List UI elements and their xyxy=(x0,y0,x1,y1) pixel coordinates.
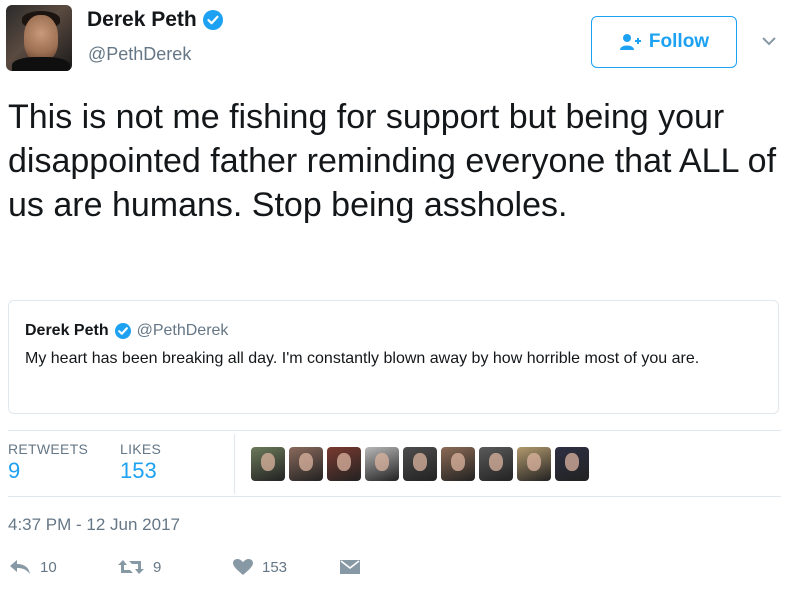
follow-button[interactable]: Follow xyxy=(591,16,737,68)
retweets-label[interactable]: RETWEETS xyxy=(8,441,88,457)
chevron-down-icon[interactable] xyxy=(760,32,778,50)
reply-icon xyxy=(10,560,30,574)
liker-avatar[interactable] xyxy=(479,447,513,481)
tweet-text: This is not me fishing for support but b… xyxy=(8,98,777,224)
likes-label[interactable]: LIKES xyxy=(120,441,161,457)
retweets-count[interactable]: 9 xyxy=(8,458,20,484)
verified-badge-icon xyxy=(202,10,223,30)
quoted-tweet[interactable]: Derek Peth @PethDerek My heart has been … xyxy=(8,300,779,414)
liker-avatar[interactable] xyxy=(441,447,475,481)
retweet-icon xyxy=(118,560,144,574)
author-name[interactable]: Derek Peth xyxy=(87,8,197,32)
likes-count[interactable]: 153 xyxy=(120,458,157,484)
liker-avatar[interactable] xyxy=(365,447,399,481)
verified-badge-icon xyxy=(114,323,131,339)
liker-avatar[interactable] xyxy=(251,447,285,481)
divider xyxy=(8,430,781,431)
quoted-tweet-text: My heart has been breaking all day. I'm … xyxy=(25,350,700,367)
reply-button[interactable]: 10 xyxy=(8,558,57,576)
add-user-icon xyxy=(619,34,641,50)
quoted-tweet-header: Derek Peth @PethDerek xyxy=(25,322,228,340)
like-count: 153 xyxy=(262,558,288,576)
liker-avatar[interactable] xyxy=(555,447,589,481)
reply-count: 10 xyxy=(40,558,57,576)
direct-message-icon xyxy=(340,560,360,574)
retweet-count: 9 xyxy=(153,558,162,576)
author-name-row[interactable]: Derek Peth xyxy=(87,8,223,32)
liker-avatar[interactable] xyxy=(403,447,437,481)
stats-divider xyxy=(234,434,235,494)
quoted-author-name: Derek Peth xyxy=(25,322,109,339)
divider xyxy=(8,496,781,497)
liker-avatar[interactable] xyxy=(289,447,323,481)
liker-avatars xyxy=(251,447,589,481)
direct-message-button[interactable] xyxy=(339,558,361,576)
author-handle[interactable]: @PethDerek xyxy=(88,44,191,65)
avatar[interactable] xyxy=(6,5,72,71)
follow-button-label: Follow xyxy=(648,31,710,52)
avatar-face xyxy=(24,15,58,61)
quoted-author-handle: @PethDerek xyxy=(136,322,229,339)
like-button[interactable]: 153 xyxy=(232,558,287,576)
liker-avatar[interactable] xyxy=(327,447,361,481)
heart-icon xyxy=(233,559,253,575)
avatar-shirt xyxy=(12,57,70,71)
liker-avatar[interactable] xyxy=(517,447,551,481)
timestamp[interactable]: 4:37 PM - 12 Jun 2017 xyxy=(8,515,180,535)
retweet-button[interactable]: 9 xyxy=(117,558,161,576)
